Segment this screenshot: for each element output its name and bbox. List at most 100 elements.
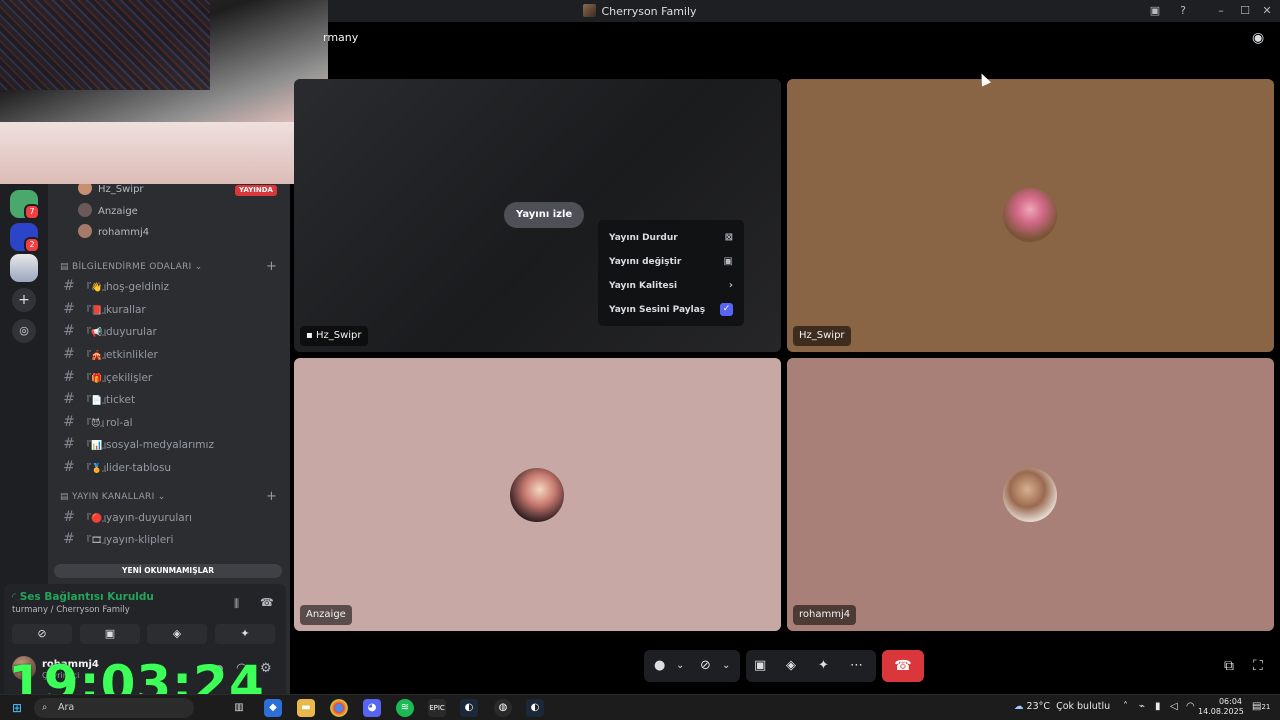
channel-lider-tablosu[interactable]: # 『🏅』lider-tablosu (56, 456, 282, 478)
menu-item-stop-stream[interactable]: Yayını Durdur ⊠ (604, 226, 738, 250)
hash-icon: # (63, 414, 75, 430)
voice-user-name: Anzaige (98, 206, 138, 217)
taskbar-time: 06:04 (1218, 697, 1242, 706)
sparkle-icon[interactable]: ✦ (818, 658, 829, 673)
voice-user-3[interactable]: rohammj4 (78, 224, 149, 242)
network-icon[interactable]: ⌁ (1139, 701, 1145, 712)
channel-emoji: 『📕』 (82, 306, 112, 316)
close-button[interactable]: ✕ (1256, 2, 1278, 20)
chevron-down-icon[interactable]: ⌄ (722, 660, 730, 671)
taskbar-clock[interactable]: 06:04 14.08.2025 (1198, 697, 1244, 717)
new-unreads-pill[interactable]: YENİ OKUNMAMIŞLAR (54, 564, 282, 578)
stream-context-menu: Yayını Durdur ⊠ Yayını değiştir ▣ Yayın Ka… (598, 220, 744, 326)
popout-icon[interactable]: ⧉ (1224, 658, 1234, 674)
checkbox-checked-icon[interactable]: ✓ (720, 303, 733, 316)
participant-tile[interactable]: Hz_Swipr (787, 79, 1274, 352)
fullscreen-icon[interactable]: ⛶ (1253, 658, 1263, 674)
channel-yayin-klipleri[interactable]: # 『🎞』yayın-klipleri (56, 528, 282, 550)
channel-yayin-duyurulari[interactable]: # 『🔴』yayın-duyuruları (56, 506, 282, 528)
disconnect-icon[interactable]: ☎ (260, 596, 274, 609)
category-yayin-kanallari[interactable]: ▤ YAYIN KANALLARI ⌄ (60, 490, 166, 504)
hang-up-button[interactable]: ☎ (882, 650, 924, 682)
chevron-down-icon[interactable]: ⌄ (676, 660, 684, 671)
more-icon[interactable]: ⋯ (850, 658, 863, 673)
task-view-icon[interactable]: ▥ (230, 699, 248, 717)
steam-icon[interactable]: ◐ (526, 699, 544, 717)
app-icon[interactable]: ◍ (494, 699, 512, 717)
chevron-up-icon[interactable]: ˄ (1123, 701, 1128, 712)
soundboard-icon[interactable]: ⫼ (234, 597, 239, 611)
notifications-icon[interactable]: ▤21 (1252, 701, 1270, 712)
volume-icon[interactable]: ◁ (1170, 701, 1178, 712)
add-channel-icon[interactable]: + (266, 489, 277, 504)
channel-ticket[interactable]: # 『📄』ticket (56, 388, 282, 410)
channel-rol-al[interactable]: # 『😈』rol-al (56, 411, 282, 433)
spotify-icon[interactable]: ≋ (396, 699, 414, 717)
soundboard-button[interactable]: ✦ (215, 624, 275, 644)
channel-hos-geldiniz[interactable]: # 『👋』hoş-geldiniz (56, 275, 282, 297)
cloud-icon: ☁ (1014, 701, 1027, 712)
windows-start-icon[interactable]: ⊞ (8, 699, 26, 717)
gamepad-icon[interactable]: ◈ (786, 658, 796, 673)
hash-icon: # (63, 278, 75, 294)
app-icon[interactable]: ◆ (264, 699, 282, 717)
call-title: rmany (323, 31, 359, 44)
menu-item-change-stream[interactable]: Yayını değiştir ▣ (604, 250, 738, 274)
camera-off-button[interactable]: ⊘ (12, 624, 72, 644)
mic-icon[interactable]: ▮ (1155, 701, 1161, 712)
channel-etkinlikler[interactable]: # 『🎪』etkinlikler (56, 343, 282, 365)
voice-user-2[interactable]: Anzaige (78, 203, 138, 221)
channel-emoji: 『🎪』 (82, 351, 112, 361)
channel-cekilisler[interactable]: # 『🎁』çekilişler (56, 366, 282, 388)
chevron-right-icon: › (728, 280, 733, 291)
category-bilgilendirme[interactable]: ▤ BİLGİLENDİRME ODALARI ⌄ (60, 260, 203, 274)
participant-tile[interactable]: rohammj4 (787, 358, 1274, 631)
avatar (1003, 188, 1057, 242)
channel-sosyal-medyalarimiz[interactable]: # 『📊』sosyal-medyalarımız (56, 433, 282, 455)
channel-emoji: 『🎁』 (82, 374, 112, 384)
epic-games-icon[interactable]: EPIC (428, 699, 446, 717)
channel-duyurular[interactable]: # 『📢』duyurular (56, 320, 282, 342)
menu-item-stream-quality[interactable]: Yayın Kalitesi › (604, 274, 738, 298)
file-explorer-icon[interactable]: ▬ (297, 699, 315, 717)
screen-share-button[interactable]: ▣ (80, 624, 140, 644)
channel-label: yayın-duyuruları (106, 512, 192, 524)
wifi-icon[interactable]: ◠ (1186, 701, 1195, 712)
minimize-button[interactable]: – (1210, 2, 1232, 20)
menu-item-share-audio[interactable]: Yayın Sesini Paylaş ✓ (604, 298, 738, 322)
voice-status[interactable]: ◜ Ses Bağlantısı Kuruldu (12, 591, 154, 603)
weather-widget[interactable]: ☁ 23°C Çok bulutlu (1014, 701, 1110, 712)
tile-label-text: Hz_Swipr (315, 330, 362, 341)
discord-icon[interactable]: ◕ (363, 699, 381, 717)
camera-off-icon[interactable]: ⊘ (700, 658, 711, 673)
screen-share-icon[interactable]: ▣ (754, 658, 766, 673)
add-server-icon[interactable]: + (12, 288, 36, 312)
taskbar-search[interactable]: ⌕ Ara (34, 698, 194, 718)
voice-channel-path[interactable]: turmany / Cherryson Family (12, 605, 130, 615)
channel-label: yayın-klipleri (106, 534, 174, 546)
inbox-icon[interactable]: ▣ (1144, 2, 1166, 20)
screen-share-icon: ▣ (104, 627, 116, 640)
mic-icon[interactable]: ● (654, 658, 665, 673)
channel-kurallar[interactable]: # 『📕』kurallar (56, 298, 282, 320)
help-icon[interactable]: ? (1172, 2, 1194, 20)
activity-button[interactable]: ◈ (147, 624, 207, 644)
participant-tile[interactable]: Anzaige (294, 358, 781, 631)
tile-label: Anzaige (300, 605, 352, 625)
search-placeholder: Ara (58, 702, 75, 713)
call-header: rmany ◉ (290, 22, 1280, 58)
chevron-down-icon: ⌄ (154, 492, 166, 502)
chat-icon[interactable]: ◉ (1252, 30, 1264, 46)
watch-stream-button[interactable]: Yayını izle (504, 202, 585, 228)
windows-taskbar: ⊞ ⌕ Ara ▥ ◆ ▬ ◕ ≋ EPIC ◐ ◍ ◐ ☁ 23°C Çok b… (0, 694, 1280, 720)
hash-icon: # (63, 346, 75, 362)
hash-icon: # (63, 531, 75, 547)
hash-icon: # (63, 301, 75, 317)
chrome-icon[interactable] (330, 699, 348, 717)
add-channel-icon[interactable]: + (266, 259, 277, 274)
maximize-button[interactable]: ☐ (1234, 2, 1256, 20)
server-icon-3[interactable] (10, 254, 38, 282)
change-stream-icon: ▣ (723, 256, 733, 267)
steam-icon[interactable]: ◐ (460, 699, 478, 717)
discover-icon[interactable]: ◎ (12, 319, 36, 343)
